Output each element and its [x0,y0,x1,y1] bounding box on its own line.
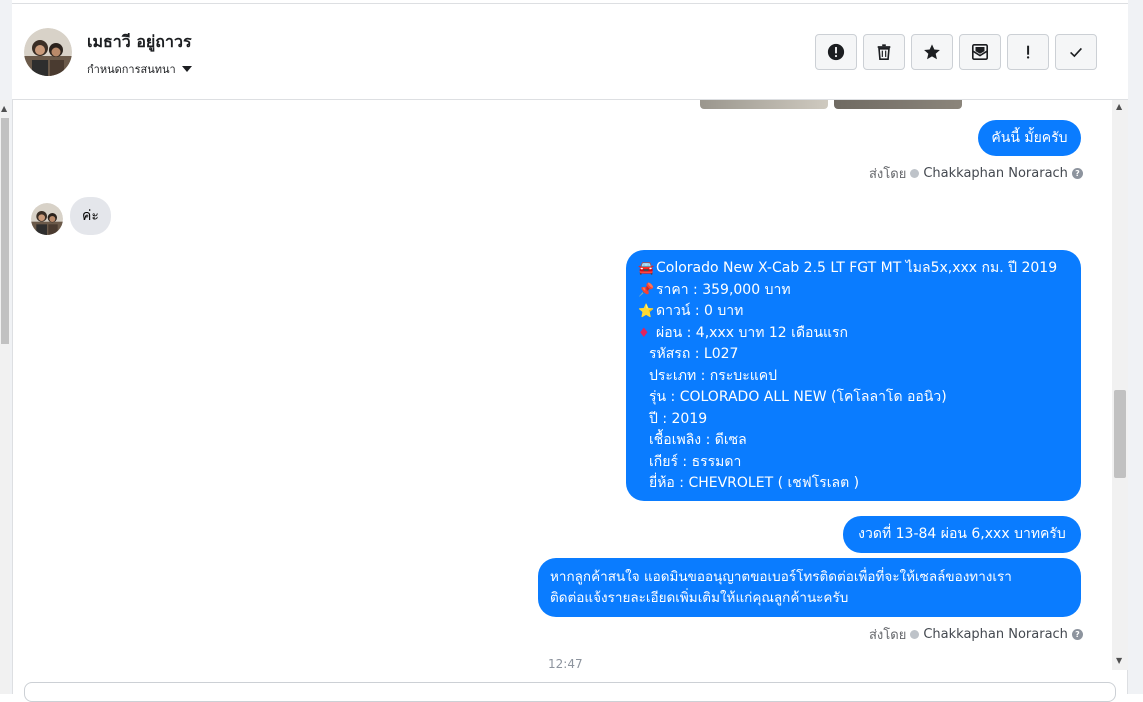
mark-done-button[interactable] [1055,34,1097,70]
message-text-line: ติดต่อแจ้งรายละเอียดเพิ่มเติมให้แก่คุณลู… [550,590,849,606]
listing-line-text: ปี : 2019 [649,410,708,427]
exclamation-icon [1026,45,1030,59]
sent-by-label: ส่งโดย Chakkaphan Norarach ? [869,624,1083,645]
trash-icon [877,44,891,61]
installment-message[interactable]: งวดที่ 13-84 ผ่อน 6,xxx บาทครับ [843,516,1081,553]
listing-line-text: รหัสรถ : L027 [649,346,739,362]
help-icon[interactable]: ? [1071,168,1083,179]
assign-conversation-dropdown[interactable]: กำหนดการสนทนา [87,60,192,78]
message-text-line: หากลูกค้าสนใจ แอดมินขออนุญาตขอเบอร์โทรติ… [550,569,1012,585]
listing-line-text: Colorado New X-Cab 2.5 LT FGT MT ไมล5x,x… [656,260,1058,276]
sender-name[interactable]: Chakkaphan Norarach [923,166,1068,181]
incoming-message[interactable]: ค่ะ [70,197,111,235]
listing-line-text: ดาวน์ : 0 บาท [656,303,744,319]
sent-check-icon [910,630,920,639]
action-toolbar [815,34,1097,70]
left-scrollbar[interactable]: ▲ [0,100,10,694]
message-text: คันนี้ มั้ยครับ [991,130,1068,146]
mark-unread-button[interactable] [959,34,1001,70]
listing-lines: 🚘 Colorado New X-Cab 2.5 LT FGT MT ไมล5x,… [638,258,1069,495]
sender-name[interactable]: Chakkaphan Norarach [923,627,1068,642]
sent-check-icon [910,169,920,178]
listing-line: ยี่ห้อ : CHEVROLET ( เชฟโรเลต ) [638,473,1069,495]
photo-thumbnail[interactable] [700,100,828,109]
listing-line: 📌 ราคา : 359,000 บาท [638,280,1069,302]
emoji-icon: ⭐ [638,304,655,319]
star-button[interactable] [911,34,953,70]
listing-line: รุ่น : COLORADO ALL NEW (โคโลลาโด ออนิว) [638,387,1069,409]
sent-by-prefix: ส่งโดย [869,167,907,182]
alert-circle-icon [827,43,845,61]
left-scrollbar-thumb[interactable] [1,118,9,344]
incoming-avatar[interactable] [31,203,63,235]
check-icon [1070,47,1082,58]
sent-by-label: ส่งโดย Chakkaphan Norarach ? [869,163,1083,184]
listing-line: ปี : 2019 [638,409,1069,431]
message-text: งวดที่ 13-84 ผ่อน 6,xxx บาทครับ [858,526,1066,542]
caret-down-icon [181,66,192,72]
listing-line: 🚘 Colorado New X-Cab 2.5 LT FGT MT ไมล5x,… [638,258,1069,280]
scroll-up-icon[interactable]: ▲ [1116,102,1122,111]
conversation-header: เมธาวี อยู่ถาวร กำหนดการสนทนา [12,4,1128,100]
contact-name: เมธาวี อยู่ถาวร [87,32,192,51]
listing-line: เกียร์ : ธรรมดา [638,452,1069,474]
help-icon[interactable]: ? [1071,629,1083,640]
photo-attachments [700,100,962,109]
scroll-down-icon[interactable]: ▼ [1116,656,1122,665]
photo-thumbnail[interactable] [834,100,962,109]
message-composer[interactable] [24,682,1116,702]
listing-message[interactable]: 🚘 Colorado New X-Cab 2.5 LT FGT MT ไมล5x,… [626,250,1081,501]
listing-line-text: ราคา : 359,000 บาท [656,281,791,298]
listing-line-text: ผ่อน : 4,xxx บาท 12 เดือนแรก [656,324,849,341]
message-timestamp: 12:47 [548,657,583,671]
listing-line-text: ยี่ห้อ : CHEVROLET ( เชฟโรเลต ) [649,475,860,491]
envelope-icon [971,43,989,61]
message-text: ค่ะ [82,208,99,224]
listing-line: รหัสรถ : L027 [638,344,1069,366]
listing-line-text: เชื้อเพลิง : ดีเซล [649,432,747,448]
contact-request-message[interactable]: หากลูกค้าสนใจ แอดมินขออนุญาตขอเบอร์โทรติ… [538,558,1081,617]
listing-line: ประเภท : กระบะแคป [638,366,1069,388]
contact-avatar[interactable] [24,28,72,76]
spam-button[interactable] [815,34,857,70]
emoji-icon: 🚘 [638,261,655,276]
listing-line: เชื้อเพลิง : ดีเซล [638,430,1069,452]
listing-line-text: ประเภท : กระบะแคป [649,367,777,384]
scroll-up-icon[interactable]: ▲ [1,104,7,113]
delete-button[interactable] [863,34,905,70]
outgoing-message[interactable]: คันนี้ มั้ยครับ [978,120,1081,156]
follow-up-button[interactable] [1007,34,1049,70]
right-scrollbar-thumb[interactable] [1114,390,1126,478]
listing-line: ♦ ผ่อน : 4,xxx บาท 12 เดือนแรก [638,323,1069,345]
emoji-icon: ♦ [638,325,650,341]
listing-line-text: รุ่น : COLORADO ALL NEW (โคโลลาโด ออนิว) [649,389,947,405]
emoji-icon: 📌 [638,282,655,298]
assign-label: กำหนดการสนทนา [87,63,176,76]
right-scrollbar[interactable]: ▲ ▼ [1112,100,1128,670]
sent-by-prefix: ส่งโดย [869,628,907,643]
listing-line: ⭐ ดาวน์ : 0 บาท [638,301,1069,323]
listing-line-text: เกียร์ : ธรรมดา [649,453,742,470]
star-icon [924,44,940,60]
